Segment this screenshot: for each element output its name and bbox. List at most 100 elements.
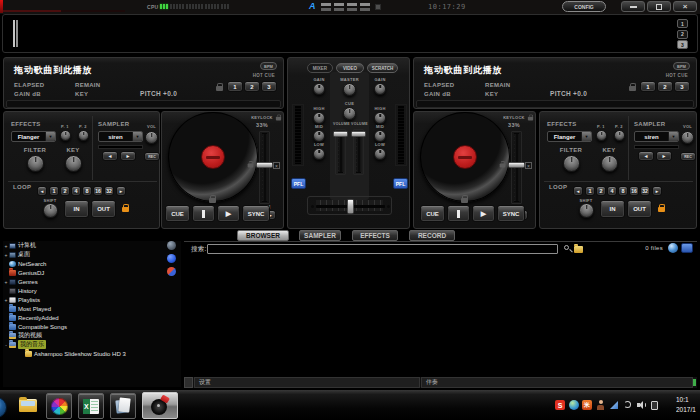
tree-item-geniusdj[interactable]: GeniusDJ bbox=[3, 268, 181, 277]
tray-power-icon[interactable] bbox=[650, 400, 660, 410]
tree-item-most-played[interactable]: Most Played bbox=[3, 304, 181, 313]
deck-a-param1-knob[interactable] bbox=[60, 130, 71, 141]
deck-a-loop-8[interactable]: 8 bbox=[82, 186, 92, 196]
deck-a-loop-4[interactable]: 4 bbox=[71, 186, 81, 196]
mixer-high-left-knob[interactable] bbox=[313, 112, 325, 124]
tab-scratch[interactable]: SCRATCH bbox=[367, 63, 398, 73]
deck-b-loop-prev-button[interactable]: ◄ bbox=[573, 186, 583, 196]
deck-a-hotcue-1[interactable]: 1 bbox=[227, 81, 243, 92]
deck-a-keylock-icon[interactable] bbox=[276, 117, 281, 121]
wave-zoom-button-3[interactable]: 3 bbox=[677, 40, 688, 49]
deck-b-loop-next-button[interactable]: ► bbox=[652, 186, 662, 196]
start-button[interactable] bbox=[0, 397, 7, 418]
taskbar-app-notepad-button[interactable] bbox=[110, 393, 136, 419]
deck-a-param2-knob[interactable] bbox=[78, 130, 89, 141]
deck-b-loop-2[interactable]: 2 bbox=[596, 186, 606, 196]
deck-a-key-knob[interactable] bbox=[65, 155, 82, 172]
taskbar-app-excel-button[interactable]: X bbox=[78, 393, 104, 419]
tray-sogou-icon[interactable]: S bbox=[555, 400, 565, 410]
deck-b-keylock-icon[interactable] bbox=[528, 117, 533, 121]
mixer-gain-right-knob[interactable] bbox=[374, 83, 386, 95]
deck-b-sampler-prev-button[interactable]: ◄ bbox=[638, 151, 654, 161]
deck-a-loop-out-button[interactable]: OUT bbox=[91, 200, 116, 218]
mixer-low-right-knob[interactable] bbox=[374, 148, 386, 160]
tab-record[interactable]: RECORD bbox=[409, 230, 455, 241]
deck-a-loop-16[interactable]: 16 bbox=[93, 186, 103, 196]
deck-a-filter-knob[interactable] bbox=[27, 155, 44, 172]
deck-b-play-button[interactable]: ▶ bbox=[472, 205, 495, 222]
tray-sync-icon[interactable] bbox=[623, 400, 633, 410]
deck-b-loop-32[interactable]: 32 bbox=[640, 186, 650, 196]
deck-a-loop-in-button[interactable]: IN bbox=[64, 200, 89, 218]
tray-clock[interactable]: 10:1 2017/1 bbox=[676, 396, 700, 416]
deck-a-sync-button[interactable]: SYNC bbox=[242, 205, 270, 222]
scrollbar-nub[interactable] bbox=[693, 379, 696, 386]
mixer-cue-knob[interactable] bbox=[343, 107, 356, 120]
taskbar-virtualdj-button[interactable] bbox=[142, 392, 178, 419]
tray-user-icon[interactable] bbox=[596, 400, 606, 410]
pfl-right-button[interactable]: PFL bbox=[393, 178, 408, 189]
deck-a-hotcue-2[interactable]: 2 bbox=[244, 81, 260, 92]
deck-a-sampler-rec-button[interactable]: REC bbox=[144, 152, 160, 161]
footer-corner-cell[interactable] bbox=[184, 377, 193, 388]
minimize-button[interactable] bbox=[621, 1, 645, 12]
search-icon[interactable] bbox=[563, 244, 572, 253]
tree-item-playlists[interactable]: + Playlists bbox=[3, 295, 181, 304]
maximize-button[interactable] bbox=[647, 1, 671, 12]
deck-b-pitch-handle[interactable] bbox=[508, 162, 525, 168]
mixer-high-right-knob[interactable] bbox=[374, 112, 386, 124]
mixer-mid-left-knob[interactable] bbox=[313, 130, 325, 142]
browse-folder-icon[interactable] bbox=[574, 246, 583, 253]
deck-a-loop-prev-button[interactable]: ◄ bbox=[37, 186, 47, 196]
deck-b-loop-in-button[interactable]: IN bbox=[600, 200, 625, 218]
deck-a-shift-knob[interactable] bbox=[43, 203, 58, 218]
chevron-down-icon[interactable]: ▼ bbox=[45, 132, 55, 141]
deck-a-sampler-vol-knob[interactable] bbox=[145, 131, 158, 144]
netsearch-globe-icon[interactable] bbox=[668, 243, 678, 253]
deck-a-sampler-select[interactable]: siren ▼ bbox=[98, 131, 143, 142]
tree-item-my-videos[interactable]: 我的视频 bbox=[3, 331, 181, 340]
deck-a-loop-32[interactable]: 32 bbox=[104, 186, 114, 196]
deck-b-stutter-button[interactable] bbox=[447, 205, 470, 222]
deck-b-pitch-reset-box[interactable]: × bbox=[525, 162, 532, 169]
deck-b-sampler-select[interactable]: siren ▼ bbox=[634, 131, 679, 142]
deck-b-loop-4[interactable]: 4 bbox=[607, 186, 617, 196]
deck-b-loop-8[interactable]: 8 bbox=[618, 186, 628, 196]
tree-item-compatible-songs[interactable]: Compatible Songs bbox=[3, 322, 181, 331]
deck-a-effect-select[interactable]: Flanger ▼ bbox=[11, 131, 56, 142]
mixer-master-knob[interactable] bbox=[343, 83, 356, 96]
deck-b-key-knob[interactable] bbox=[601, 155, 618, 172]
deck-a-pitch-handle[interactable] bbox=[256, 162, 273, 168]
tree-item-netsearch[interactable]: NetSearch bbox=[3, 259, 181, 268]
mixer-low-left-knob[interactable] bbox=[313, 148, 325, 160]
tree-item-computer[interactable]: + 计算机 bbox=[3, 241, 181, 250]
deck-b-param2-knob[interactable] bbox=[614, 130, 625, 141]
deck-b-hotcue-2[interactable]: 2 bbox=[657, 81, 673, 92]
deck-b-hotcue-3[interactable]: 3 bbox=[674, 81, 690, 92]
config-button[interactable]: CONFIG bbox=[562, 1, 606, 12]
tree-item-history[interactable]: History bbox=[3, 286, 181, 295]
chevron-down-icon[interactable]: ▼ bbox=[668, 132, 678, 141]
deck-b-effect-select[interactable]: Flanger ▼ bbox=[547, 131, 592, 142]
tray-volume-icon[interactable] bbox=[636, 400, 646, 410]
chevron-down-icon[interactable]: ▼ bbox=[132, 132, 142, 141]
tab-video[interactable]: VIDEO bbox=[336, 63, 364, 73]
volume-fader-right-handle[interactable] bbox=[351, 131, 366, 137]
deck-b-sampler-vol-knob[interactable] bbox=[681, 131, 694, 144]
deck-b-filter-knob[interactable] bbox=[563, 155, 580, 172]
tab-effects[interactable]: EFFECTS bbox=[352, 230, 398, 241]
deck-a-stutter-button[interactable] bbox=[192, 205, 215, 222]
tree-item-genres[interactable]: + Genres bbox=[3, 277, 181, 286]
deck-b-shift-knob[interactable] bbox=[579, 203, 594, 218]
tab-browser[interactable]: BROWSER bbox=[237, 230, 289, 241]
tree-item-my-music[interactable]: - 我的音乐 bbox=[3, 340, 181, 349]
tab-sampler[interactable]: SAMPLER bbox=[299, 230, 341, 241]
netsearch-disc-icon[interactable] bbox=[681, 243, 693, 253]
tree-item-desktop[interactable]: + 桌面 bbox=[3, 250, 181, 259]
deck-a-pitch-reset-box[interactable]: × bbox=[273, 162, 280, 169]
tray-network-icon[interactable] bbox=[609, 400, 619, 410]
deck-b-loop-1[interactable]: 1 bbox=[585, 186, 595, 196]
tab-mixer[interactable]: MIXER bbox=[307, 63, 333, 73]
tree-side-icon-3[interactable] bbox=[167, 267, 176, 276]
deck-a-hotcue-3[interactable]: 3 bbox=[261, 81, 277, 92]
